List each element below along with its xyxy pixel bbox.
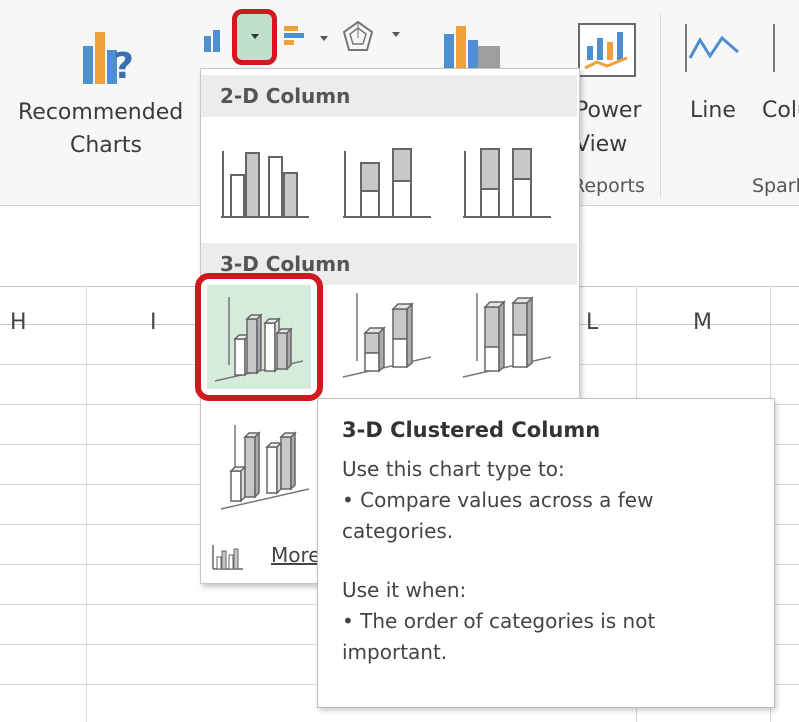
power-view-label-line1: Power — [575, 98, 642, 123]
column-chart-dropdown-button[interactable] — [232, 9, 277, 65]
recommended-charts-icon: ? — [83, 32, 134, 87]
column-3d-option[interactable] — [215, 415, 315, 515]
stacked-column-3d-option[interactable] — [337, 283, 437, 383]
recommended-charts-button[interactable]: ? Recommended Charts — [10, 22, 200, 182]
sparkline-line-button[interactable]: Line — [678, 22, 748, 132]
bar-chart-icon[interactable] — [282, 24, 330, 52]
clustered-column-3d-icon — [214, 297, 304, 382]
more-column-charts-link[interactable]: More Column Charts... — [209, 537, 321, 577]
sparklines-group-clip: Sparklines — [748, 172, 799, 200]
sparkline-column-button[interactable]: Column — [760, 22, 799, 132]
chart-type-tooltip: 3-D Clustered Column Use this chart type… — [317, 398, 775, 708]
tooltip-use-when-heading: Use it when: — [342, 578, 467, 602]
sparklines-group-label: Sparklines — [752, 175, 799, 197]
tooltip-use-type-body: • Compare values across a few categories… — [342, 488, 654, 543]
stacked-column-2d-option[interactable] — [337, 135, 437, 235]
tooltip-title: 3-D Clustered Column — [342, 418, 601, 442]
clustered-column-2d-option[interactable] — [215, 135, 315, 235]
column-header-i[interactable]: I — [150, 310, 157, 335]
column-3d-icon — [220, 425, 310, 510]
stacked-100-column-2d-icon — [463, 148, 551, 218]
stacked-100-column-2d-option[interactable] — [457, 135, 557, 235]
stacked-100-column-3d-option[interactable] — [457, 283, 557, 383]
sparkline-line-label: Line — [690, 98, 736, 123]
column-sparkline-icon — [773, 24, 775, 72]
recommended-charts-label-line1: Recommended — [18, 100, 184, 125]
stacked-column-3d-icon — [342, 293, 432, 378]
power-view-icon — [578, 23, 636, 77]
power-view-label-line2: View — [575, 132, 628, 157]
line-sparkline-icon — [685, 24, 739, 72]
reports-group-label: Reports — [572, 175, 645, 197]
column-header-l[interactable]: L — [586, 310, 598, 335]
recommended-charts-label-line2: Charts — [70, 133, 142, 158]
section-2d-column: 2-D Column — [201, 75, 577, 117]
column-chart-icon[interactable] — [202, 28, 230, 54]
ribbon-separator — [660, 14, 661, 198]
tooltip-use-type-heading: Use this chart type to: — [342, 457, 565, 481]
stacked-column-2d-icon — [343, 148, 431, 218]
grid-line — [86, 286, 87, 722]
more-charts-icon — [212, 545, 243, 570]
radar-chart-icon[interactable] — [342, 20, 404, 54]
clustered-column-2d-icon — [221, 151, 309, 218]
chevron-down-icon — [251, 34, 259, 39]
stacked-100-column-3d-icon — [462, 293, 552, 378]
column-header-m[interactable]: M — [693, 310, 712, 335]
power-view-button[interactable]: Power View — [575, 22, 645, 172]
tooltip-use-when-body: • The order of categories is not importa… — [342, 609, 656, 664]
svg-text:?: ? — [113, 46, 134, 87]
sparkline-column-label: Column — [762, 98, 799, 123]
pivot-chart-icon[interactable] — [440, 24, 504, 74]
more-column-charts-label: More Column Charts... — [271, 543, 321, 567]
column-header-h[interactable]: H — [10, 310, 27, 335]
clustered-column-3d-option[interactable] — [195, 273, 323, 401]
